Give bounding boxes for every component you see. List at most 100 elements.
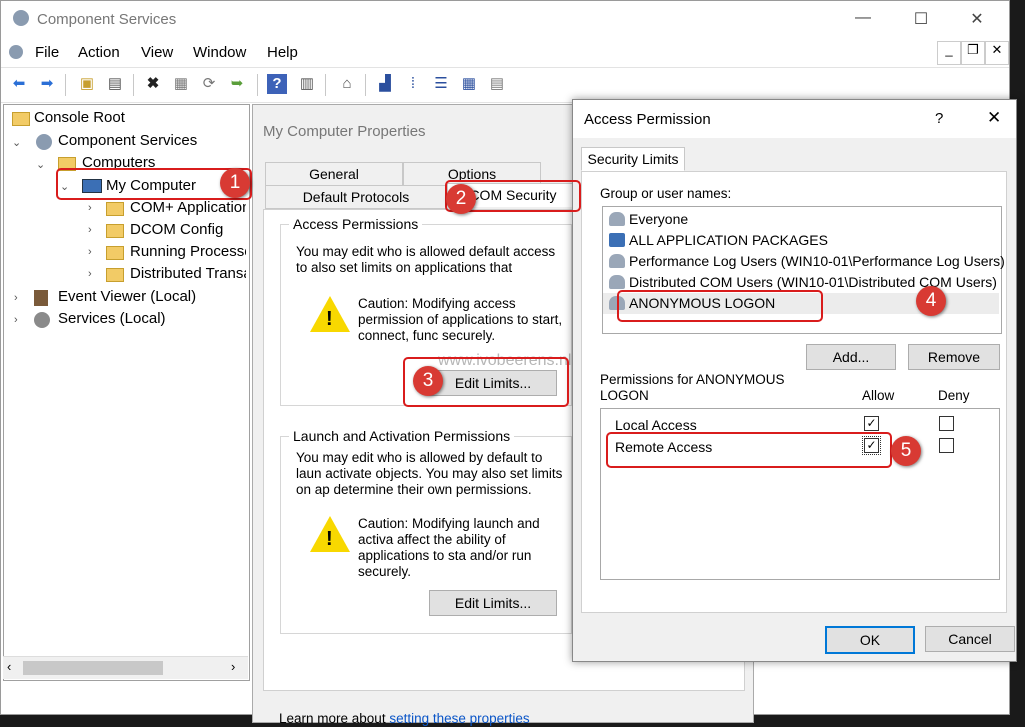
step-badge-5: 5 (891, 436, 921, 466)
access-description: You may edit who is allowed default acce… (296, 244, 556, 278)
launch-caution: Caution: Modifying launch and activa aff… (358, 516, 540, 579)
step-badge-3: 3 (413, 366, 443, 396)
refresh-icon[interactable]: ⟳ (199, 74, 219, 94)
system-menu-icon[interactable] (9, 45, 23, 59)
step-badge-2: 2 (446, 184, 476, 214)
window-title: Component Services (37, 11, 177, 28)
tree-distributed-transactions[interactable]: Distributed Transactions (130, 265, 246, 282)
remote-access-deny-checkbox[interactable] (939, 438, 954, 453)
expand-chevron-icon[interactable]: › (88, 268, 92, 280)
menu-window[interactable]: Window (193, 44, 246, 61)
child-close-icon[interactable]: ✕ (985, 41, 1009, 65)
expand-chevron-icon[interactable]: › (14, 314, 18, 326)
dialog-title-bar: Access Permission ? ✕ (573, 100, 1016, 138)
menu-view[interactable]: View (141, 44, 173, 61)
collapse-chevron-icon[interactable]: ⌄ (36, 158, 45, 171)
local-access-allow-checkbox[interactable]: ✓ (864, 416, 879, 431)
child-restore-icon[interactable]: ❐ (961, 41, 985, 65)
help-icon[interactable]: ? (267, 74, 287, 94)
toolbar: ⬅ ➡ ▣ ▤ ✖ ▦ ⟳ ➥ ? ▥ ⌂ ▟ ⁞ ☰ ▦ ▤ (1, 67, 1009, 103)
list-item[interactable]: Performance Log Users (WIN10-01\Performa… (609, 253, 1005, 269)
horizontal-scrollbar[interactable]: ‹ › (3, 656, 248, 679)
tab-default-protocols[interactable]: Default Protocols (265, 185, 447, 209)
tree-running-processes[interactable]: Running Processes (130, 243, 246, 260)
scroll-left-icon[interactable]: ‹ (7, 659, 11, 674)
remove-button[interactable]: Remove (908, 344, 1000, 370)
tab-general[interactable]: General (265, 162, 403, 186)
learn-more-text: Learn more about (279, 711, 386, 726)
delete-icon[interactable]: ✖ (143, 74, 163, 94)
access-permissions-legend: Access Permissions (293, 216, 419, 232)
scroll-right-icon[interactable]: › (231, 659, 235, 674)
user-group-icon (609, 275, 625, 289)
list-item[interactable]: ALL APPLICATION PACKAGES (609, 232, 828, 248)
export-list-icon[interactable]: ➥ (227, 74, 247, 94)
dialog-help-button[interactable]: ? (935, 110, 943, 127)
tree-event-viewer[interactable]: Event Viewer (Local) (58, 288, 196, 305)
launch-permissions-legend: Launch and Activation Permissions (293, 428, 511, 444)
component-services-icon (36, 134, 52, 150)
services-gear-icon (34, 312, 50, 328)
permission-local-access-label: Local Access (615, 417, 697, 433)
access-permission-dialog: Access Permission ? ✕ Security Limits Gr… (572, 99, 1017, 662)
minimize-button[interactable]: — (853, 9, 873, 27)
menu-file[interactable]: File (35, 44, 59, 61)
user-group-icon (609, 254, 625, 268)
tree-com-plus-applications[interactable]: COM+ Applications (130, 199, 246, 216)
properties-icon[interactable]: ▦ (171, 74, 191, 94)
show-hide-tree-icon[interactable]: ▤ (105, 74, 125, 94)
step-badge-1: 1 (220, 168, 250, 198)
app-icon (13, 10, 29, 26)
expand-chevron-icon[interactable]: › (88, 202, 92, 214)
cancel-button[interactable]: Cancel (925, 626, 1015, 652)
menu-help[interactable]: Help (267, 44, 298, 61)
tree-component-services[interactable]: Component Services (58, 132, 197, 149)
user-group-icon (609, 212, 625, 226)
large-icons-view-icon[interactable]: ▟ (375, 74, 395, 94)
learn-more-link[interactable]: setting these properties (389, 711, 529, 726)
launch-description: You may edit who is allowed by default t… (296, 450, 563, 497)
deny-header: Deny (938, 388, 970, 403)
detail-view-icon[interactable]: ▦ (459, 74, 479, 94)
expand-chevron-icon[interactable]: › (88, 246, 92, 258)
tree-console-root[interactable]: Console Root (34, 109, 125, 126)
folder-icon (12, 112, 30, 126)
dialog-close-button[interactable]: ✕ (987, 108, 1001, 128)
menu-bar: File Action View Window Help _ ❐ ✕ (1, 41, 1009, 65)
tab-security-limits[interactable]: Security Limits (581, 147, 685, 171)
expand-chevron-icon[interactable]: › (88, 224, 92, 236)
dialog-title: Access Permission (584, 111, 711, 128)
launch-edit-limits-button[interactable]: Edit Limits... (429, 590, 557, 616)
maximize-button[interactable]: ☐ (911, 9, 931, 29)
scroll-thumb[interactable] (23, 661, 163, 675)
step-badge-4: 4 (916, 286, 946, 316)
permissions-label: Permissions for ANONYMOUS LOGON (600, 372, 785, 403)
new-window-icon[interactable]: ⌂ (337, 74, 357, 94)
action-pane-icon[interactable]: ▥ (297, 74, 317, 94)
ok-button[interactable]: OK (825, 626, 915, 654)
learn-more: Learn more about setting these propertie… (279, 711, 530, 727)
collapse-chevron-icon[interactable]: ⌄ (12, 136, 21, 149)
folder-icon (106, 224, 124, 238)
add-button[interactable]: Add... (806, 344, 896, 370)
event-viewer-icon (34, 290, 48, 306)
expand-chevron-icon[interactable]: › (14, 292, 18, 304)
small-icons-view-icon[interactable]: ⁞ (403, 74, 423, 94)
list-item[interactable]: Everyone (609, 211, 688, 227)
access-caution: Caution: Modifying access permission of … (358, 296, 563, 343)
child-minimize-icon[interactable]: _ (937, 41, 961, 65)
status-view-icon[interactable]: ▤ (487, 74, 507, 94)
folder-icon (106, 246, 124, 260)
allow-header: Allow (862, 388, 895, 403)
list-view-icon[interactable]: ☰ (431, 74, 451, 94)
local-access-deny-checkbox[interactable] (939, 416, 954, 431)
close-button[interactable]: ✕ (967, 9, 987, 29)
menu-action[interactable]: Action (78, 44, 120, 61)
up-folder-icon[interactable]: ▣ (77, 74, 97, 94)
back-arrow-icon[interactable]: ⬅ (9, 74, 29, 94)
tree-services[interactable]: Services (Local) (58, 310, 166, 327)
packages-icon (609, 233, 625, 247)
highlight-remote-access (606, 432, 892, 468)
forward-arrow-icon[interactable]: ➡ (37, 74, 57, 94)
tree-dcom-config[interactable]: DCOM Config (130, 221, 223, 238)
